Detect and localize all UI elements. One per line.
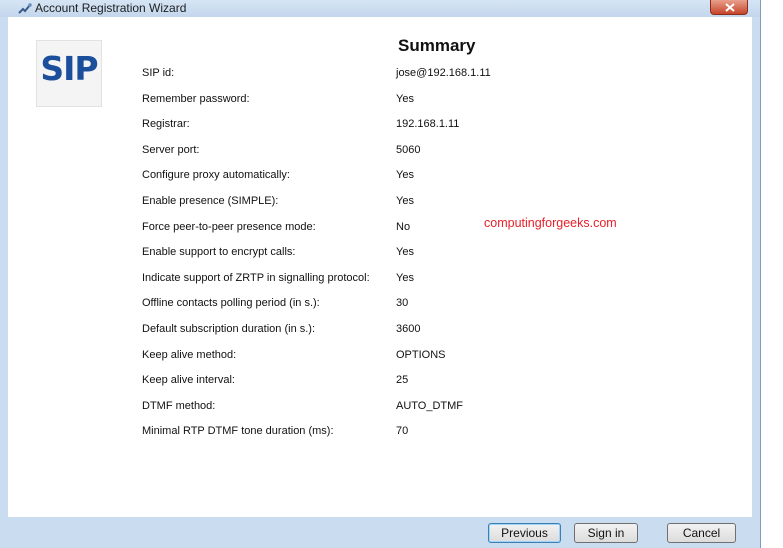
close-icon (725, 3, 735, 12)
summary-row-label: Minimal RTP DTMF tone duration (ms): (142, 425, 334, 437)
summary-row-label: Keep alive method: (142, 349, 237, 361)
summary-row-label: Indicate support of ZRTP in signalling p… (142, 272, 370, 284)
app-icon (18, 2, 32, 14)
summary-row-value: Yes (396, 169, 414, 181)
summary-row-value: 30 (396, 297, 409, 309)
summary-row-value: AUTO_DTMF (396, 400, 464, 412)
summary-panel: Summary SIP id: jose@192.168.1.11 Remember… (138, 27, 747, 511)
summary-row-value: 5060 (396, 144, 421, 156)
summary-row-label: DTMF method: (142, 400, 216, 412)
cancel-button[interactable]: Cancel (667, 523, 736, 543)
summary-row-value: Yes (396, 272, 414, 284)
summary-row-value: 3600 (396, 323, 421, 335)
title-bar[interactable]: Account Registration Wizard (0, 0, 760, 17)
summary-row-value: 192.168.1.11 (396, 118, 460, 130)
previous-button[interactable]: Previous (488, 523, 561, 543)
registration-wizard-window: Account Registration Wizard SIP Summary … (0, 0, 761, 548)
summary-row-label: Default subscription duration (in s.): (142, 323, 316, 335)
summary-row-label: Offline contacts polling period (in s.): (142, 297, 320, 309)
summary-row-label: Remember password: (142, 93, 250, 105)
summary-row-value: OPTIONS (396, 349, 446, 361)
summary-row-value: 25 (396, 374, 409, 386)
sign-in-button[interactable]: Sign in (574, 523, 638, 543)
summary-row-label: Keep alive interval: (142, 374, 235, 386)
close-button[interactable] (710, 0, 748, 15)
summary-row-value: No (396, 221, 411, 233)
wizard-content: SIP Summary SIP id: jose@192.168.1.11 Reme… (8, 17, 752, 517)
summary-row-value: Yes (396, 246, 414, 258)
summary-row-label: SIP id: (142, 67, 175, 79)
watermark-text: computingforgeeks.com (484, 216, 617, 230)
summary-row-label: Server port: (142, 144, 200, 156)
window-title: Account Registration Wizard (35, 1, 187, 15)
sip-logo: SIP (36, 40, 102, 107)
summary-row-value: Yes (396, 93, 414, 105)
summary-title: Summary (398, 36, 476, 55)
summary-row-value: Yes (396, 195, 414, 207)
summary-row-label: Registrar: (142, 118, 190, 130)
summary-row-value: jose@192.168.1.11 (396, 67, 491, 79)
summary-row-label: Force peer-to-peer presence mode: (142, 221, 316, 233)
sip-logo-text: SIP (40, 49, 98, 88)
summary-row-value: 70 (396, 425, 409, 437)
summary-row-label: Enable presence (SIMPLE): (142, 195, 279, 207)
summary-row-label: Configure proxy automatically: (142, 169, 290, 181)
summary-row-label: Enable support to encrypt calls: (142, 246, 296, 258)
button-bar: Previous Sign in Cancel (0, 517, 760, 548)
